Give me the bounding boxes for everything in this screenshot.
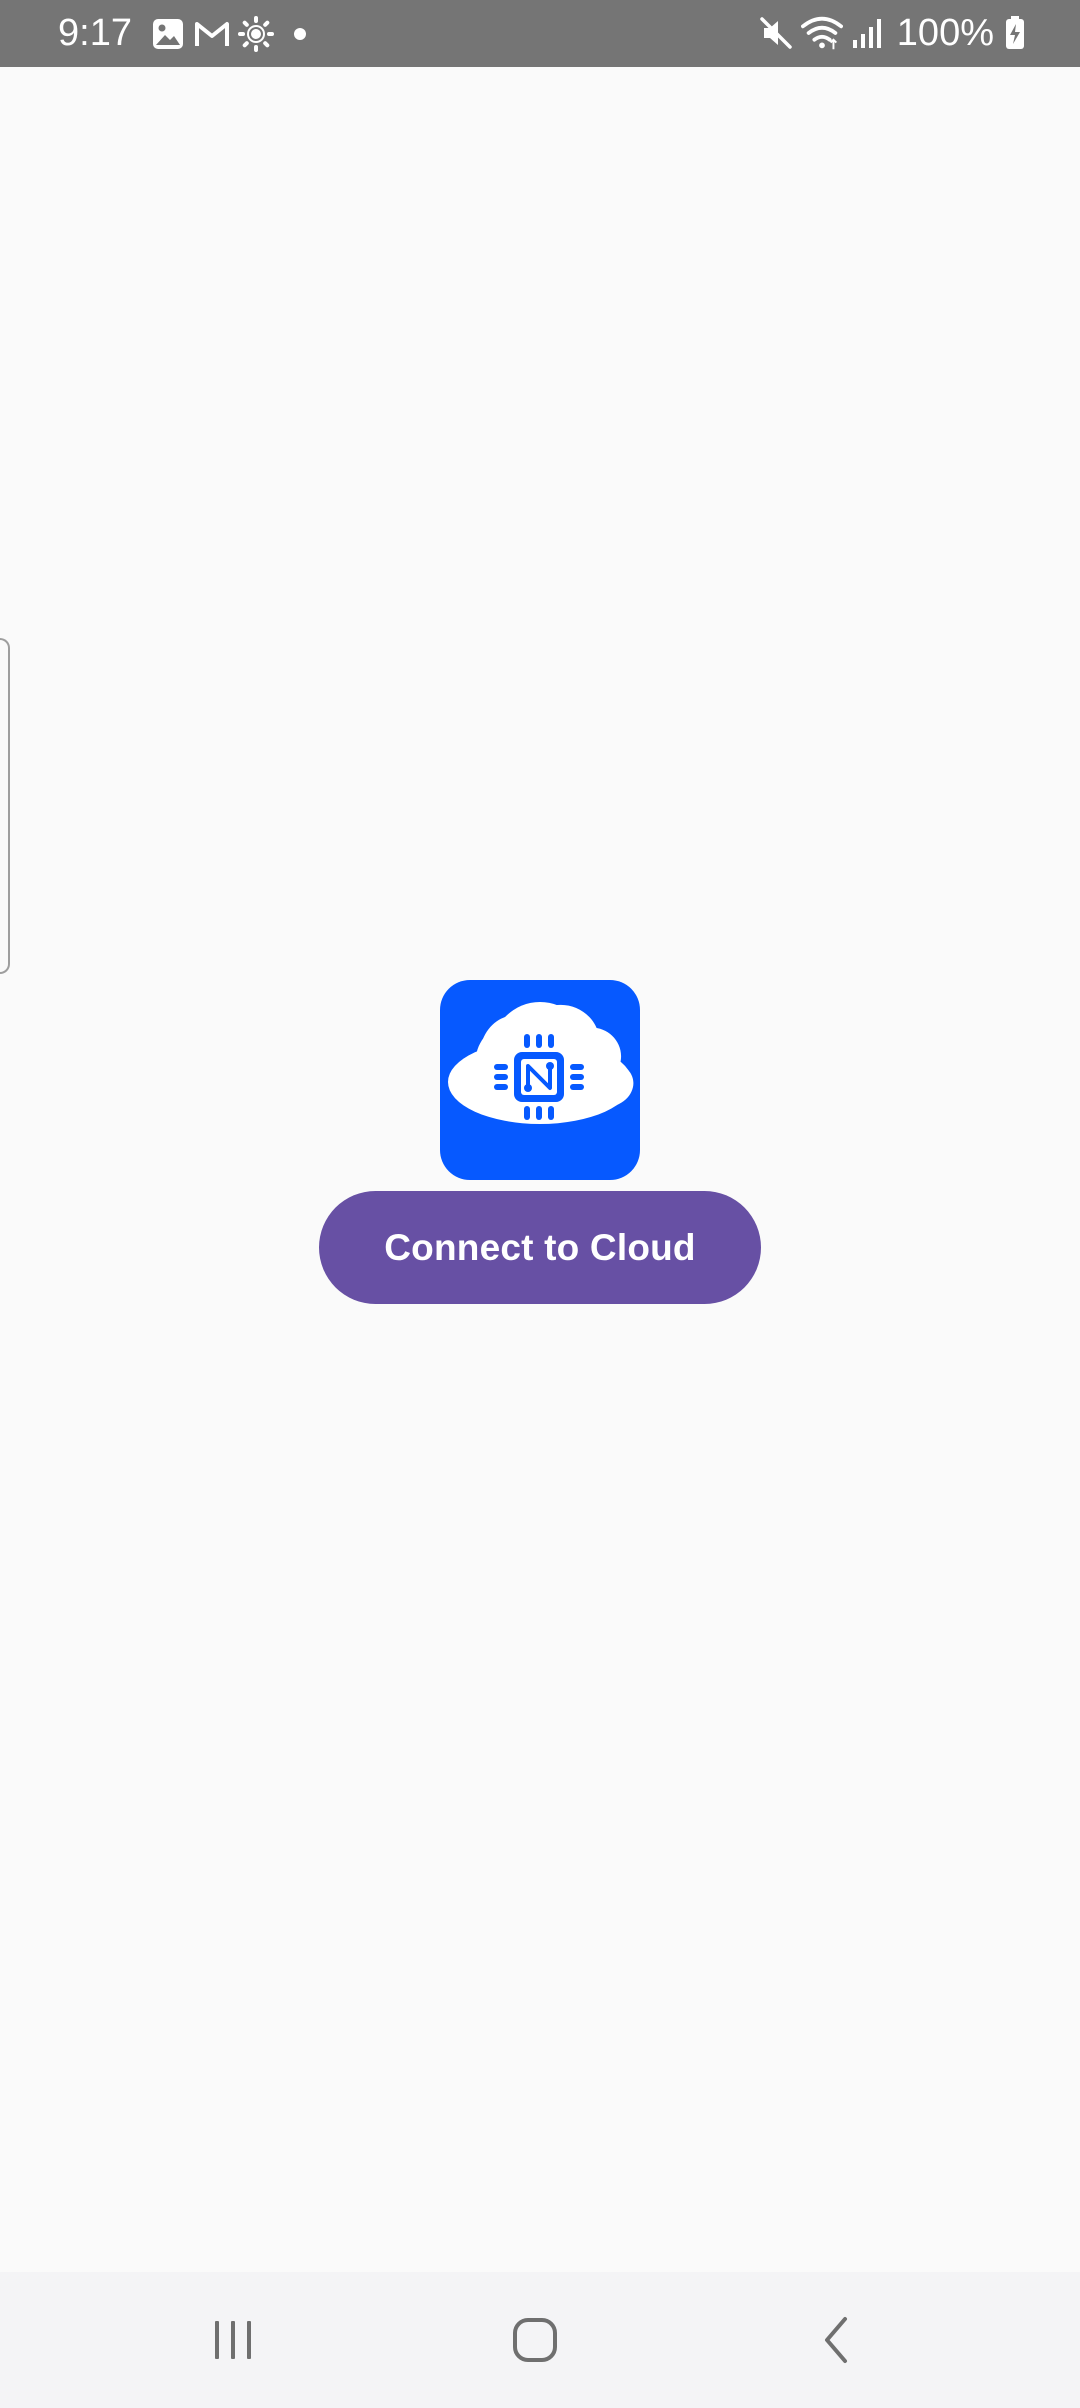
connect-to-cloud-button[interactable]: Connect to Cloud [319, 1191, 761, 1304]
recents-button[interactable] [193, 2300, 273, 2380]
system-status-icons: 100% [751, 10, 1026, 56]
screen: 9:17 100% Connect to Cloud [0, 0, 1080, 2408]
wifi-icon [800, 12, 843, 54]
status-time: 9:17 [58, 12, 132, 54]
gmail-icon [192, 14, 232, 54]
battery-percent: 100% [896, 12, 994, 54]
home-button[interactable] [495, 2300, 575, 2380]
back-button[interactable] [797, 2300, 877, 2380]
notification-icons [148, 14, 324, 54]
battery-charging-icon [1004, 12, 1026, 54]
brightness-icon [236, 14, 276, 54]
navigation-bar [0, 2272, 1080, 2408]
home-icon [513, 2318, 557, 2362]
mute-icon [755, 12, 797, 54]
signal-icon [847, 12, 889, 54]
gallery-icon [148, 14, 188, 54]
cloud-chip-icon [448, 1002, 634, 1124]
edge-panel-handle[interactable] [0, 638, 10, 974]
app-logo [440, 980, 640, 1180]
dot-icon [280, 14, 320, 54]
status-bar: 9:17 100% [0, 0, 1080, 67]
back-icon [825, 2317, 847, 2363]
recents-icon [215, 2321, 251, 2359]
